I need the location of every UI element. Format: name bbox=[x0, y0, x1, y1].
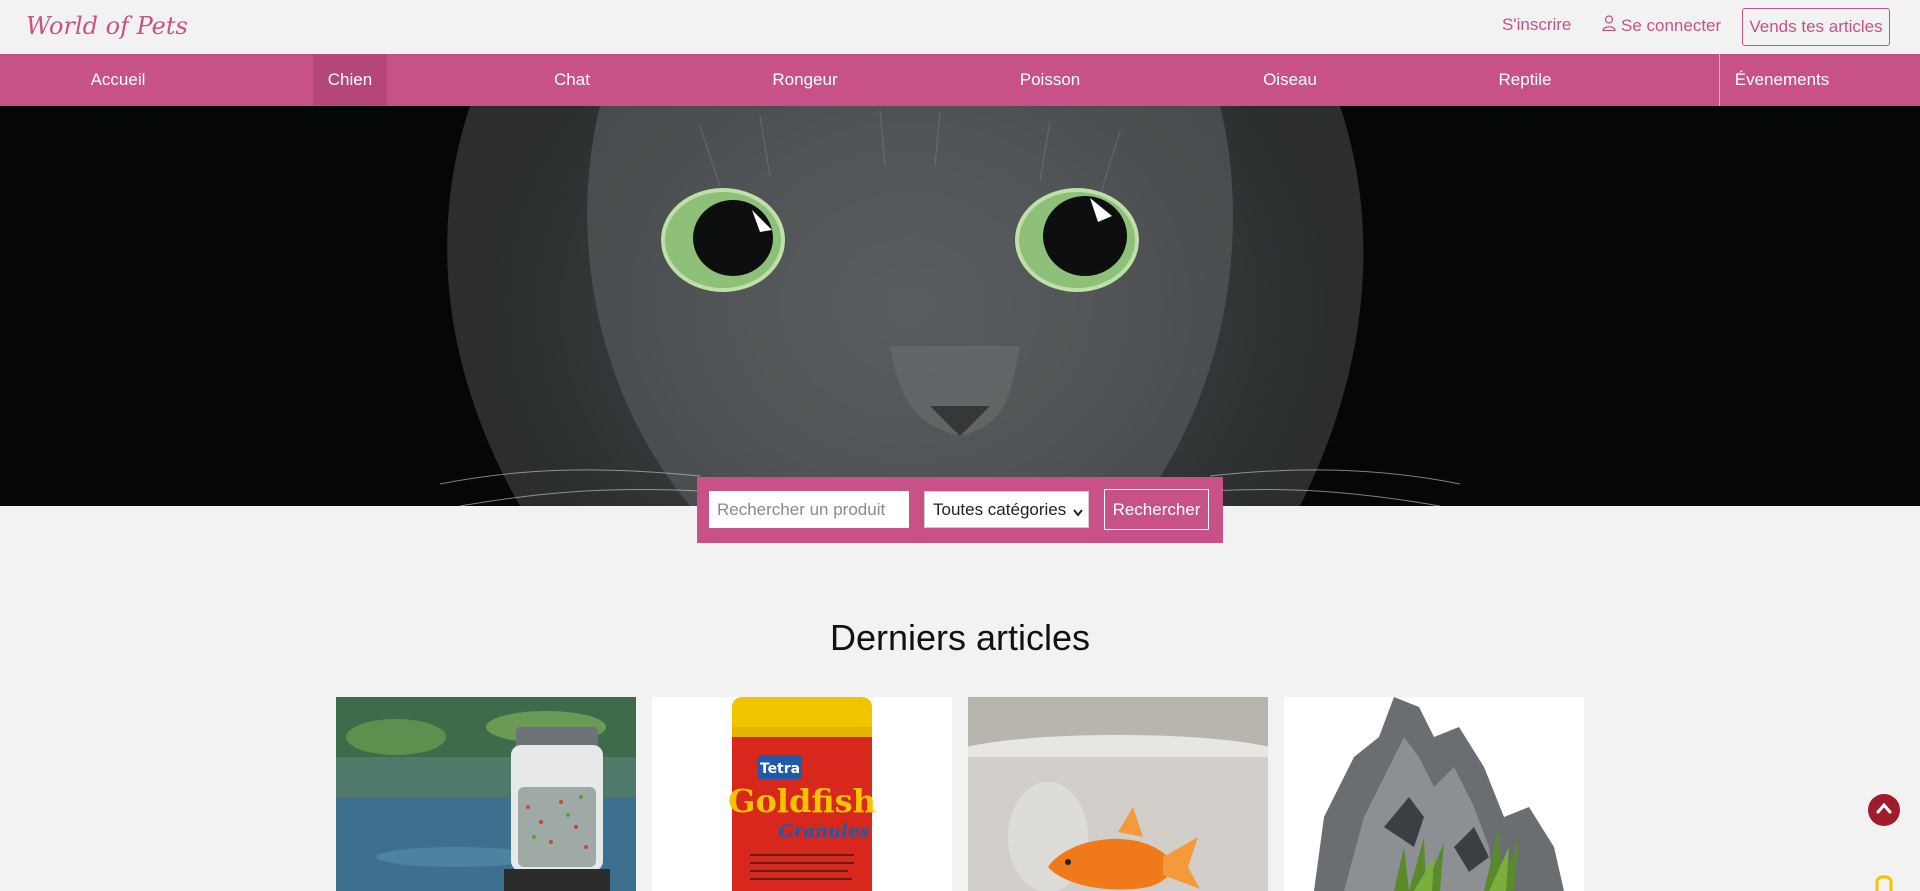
article-card-fish-feeder[interactable] bbox=[336, 697, 636, 891]
chevron-down-icon bbox=[1073, 504, 1083, 524]
nav-item-oiseau[interactable]: Oiseau bbox=[1240, 54, 1340, 106]
user-icon bbox=[1602, 15, 1616, 36]
article-card-aquarium-rock[interactable] bbox=[1284, 697, 1584, 891]
login-link[interactable]: Se connecter bbox=[1602, 15, 1721, 36]
product-brand-text: Tetra bbox=[760, 761, 800, 777]
section-title-latest-articles: Derniers articles bbox=[829, 617, 1091, 658]
category-select-value: Toutes catégories bbox=[933, 499, 1067, 519]
chevron-up-icon bbox=[1876, 801, 1892, 819]
search-bar: Toutes catégories Rechercher bbox=[697, 477, 1223, 543]
product-image-aquarium-rock bbox=[1284, 697, 1584, 891]
category-select[interactable]: Toutes catégories bbox=[924, 491, 1089, 528]
top-bar: World of Pets S'inscrire Se connecter Ve… bbox=[0, 0, 1920, 54]
sell-articles-button[interactable]: Vends tes articles bbox=[1742, 8, 1890, 46]
main-nav: Accueil Chien Chat Rongeur Poisson Oisea… bbox=[0, 54, 1920, 106]
nav-item-reptile[interactable]: Reptile bbox=[1475, 54, 1575, 106]
site-logo[interactable]: World of Pets bbox=[26, 12, 188, 40]
login-label: Se connecter bbox=[1621, 15, 1722, 35]
article-card-goldfish-bowl[interactable] bbox=[968, 697, 1268, 891]
product-image-goldfish-bowl bbox=[968, 697, 1268, 891]
hero-banner-cat bbox=[0, 106, 1920, 506]
product-name-text: Goldfish bbox=[728, 782, 876, 820]
article-card-tetra-goldfish[interactable]: Tetra Goldfish Granules bbox=[652, 697, 952, 891]
product-image-fish-feeder bbox=[336, 697, 636, 891]
signup-link[interactable]: S'inscrire bbox=[1502, 15, 1571, 35]
cat-face-image bbox=[439, 106, 1461, 506]
search-button[interactable]: Rechercher bbox=[1104, 489, 1209, 530]
lock-icon[interactable] bbox=[1872, 872, 1896, 891]
scroll-to-top-button[interactable] bbox=[1868, 794, 1900, 826]
product-variant-text: Granules bbox=[778, 821, 869, 842]
nav-item-chat[interactable]: Chat bbox=[532, 54, 612, 106]
nav-item-accueil[interactable]: Accueil bbox=[62, 54, 174, 106]
nav-item-rongeur[interactable]: Rongeur bbox=[755, 54, 855, 106]
nav-item-poisson[interactable]: Poisson bbox=[1000, 54, 1100, 106]
nav-item-evenements[interactable]: Évenements bbox=[1722, 54, 1842, 106]
nav-divider bbox=[1719, 54, 1720, 106]
product-image-tetra-goldfish: Tetra Goldfish Granules bbox=[652, 697, 952, 891]
nav-item-chien[interactable]: Chien bbox=[313, 54, 387, 106]
search-input[interactable] bbox=[709, 491, 909, 528]
